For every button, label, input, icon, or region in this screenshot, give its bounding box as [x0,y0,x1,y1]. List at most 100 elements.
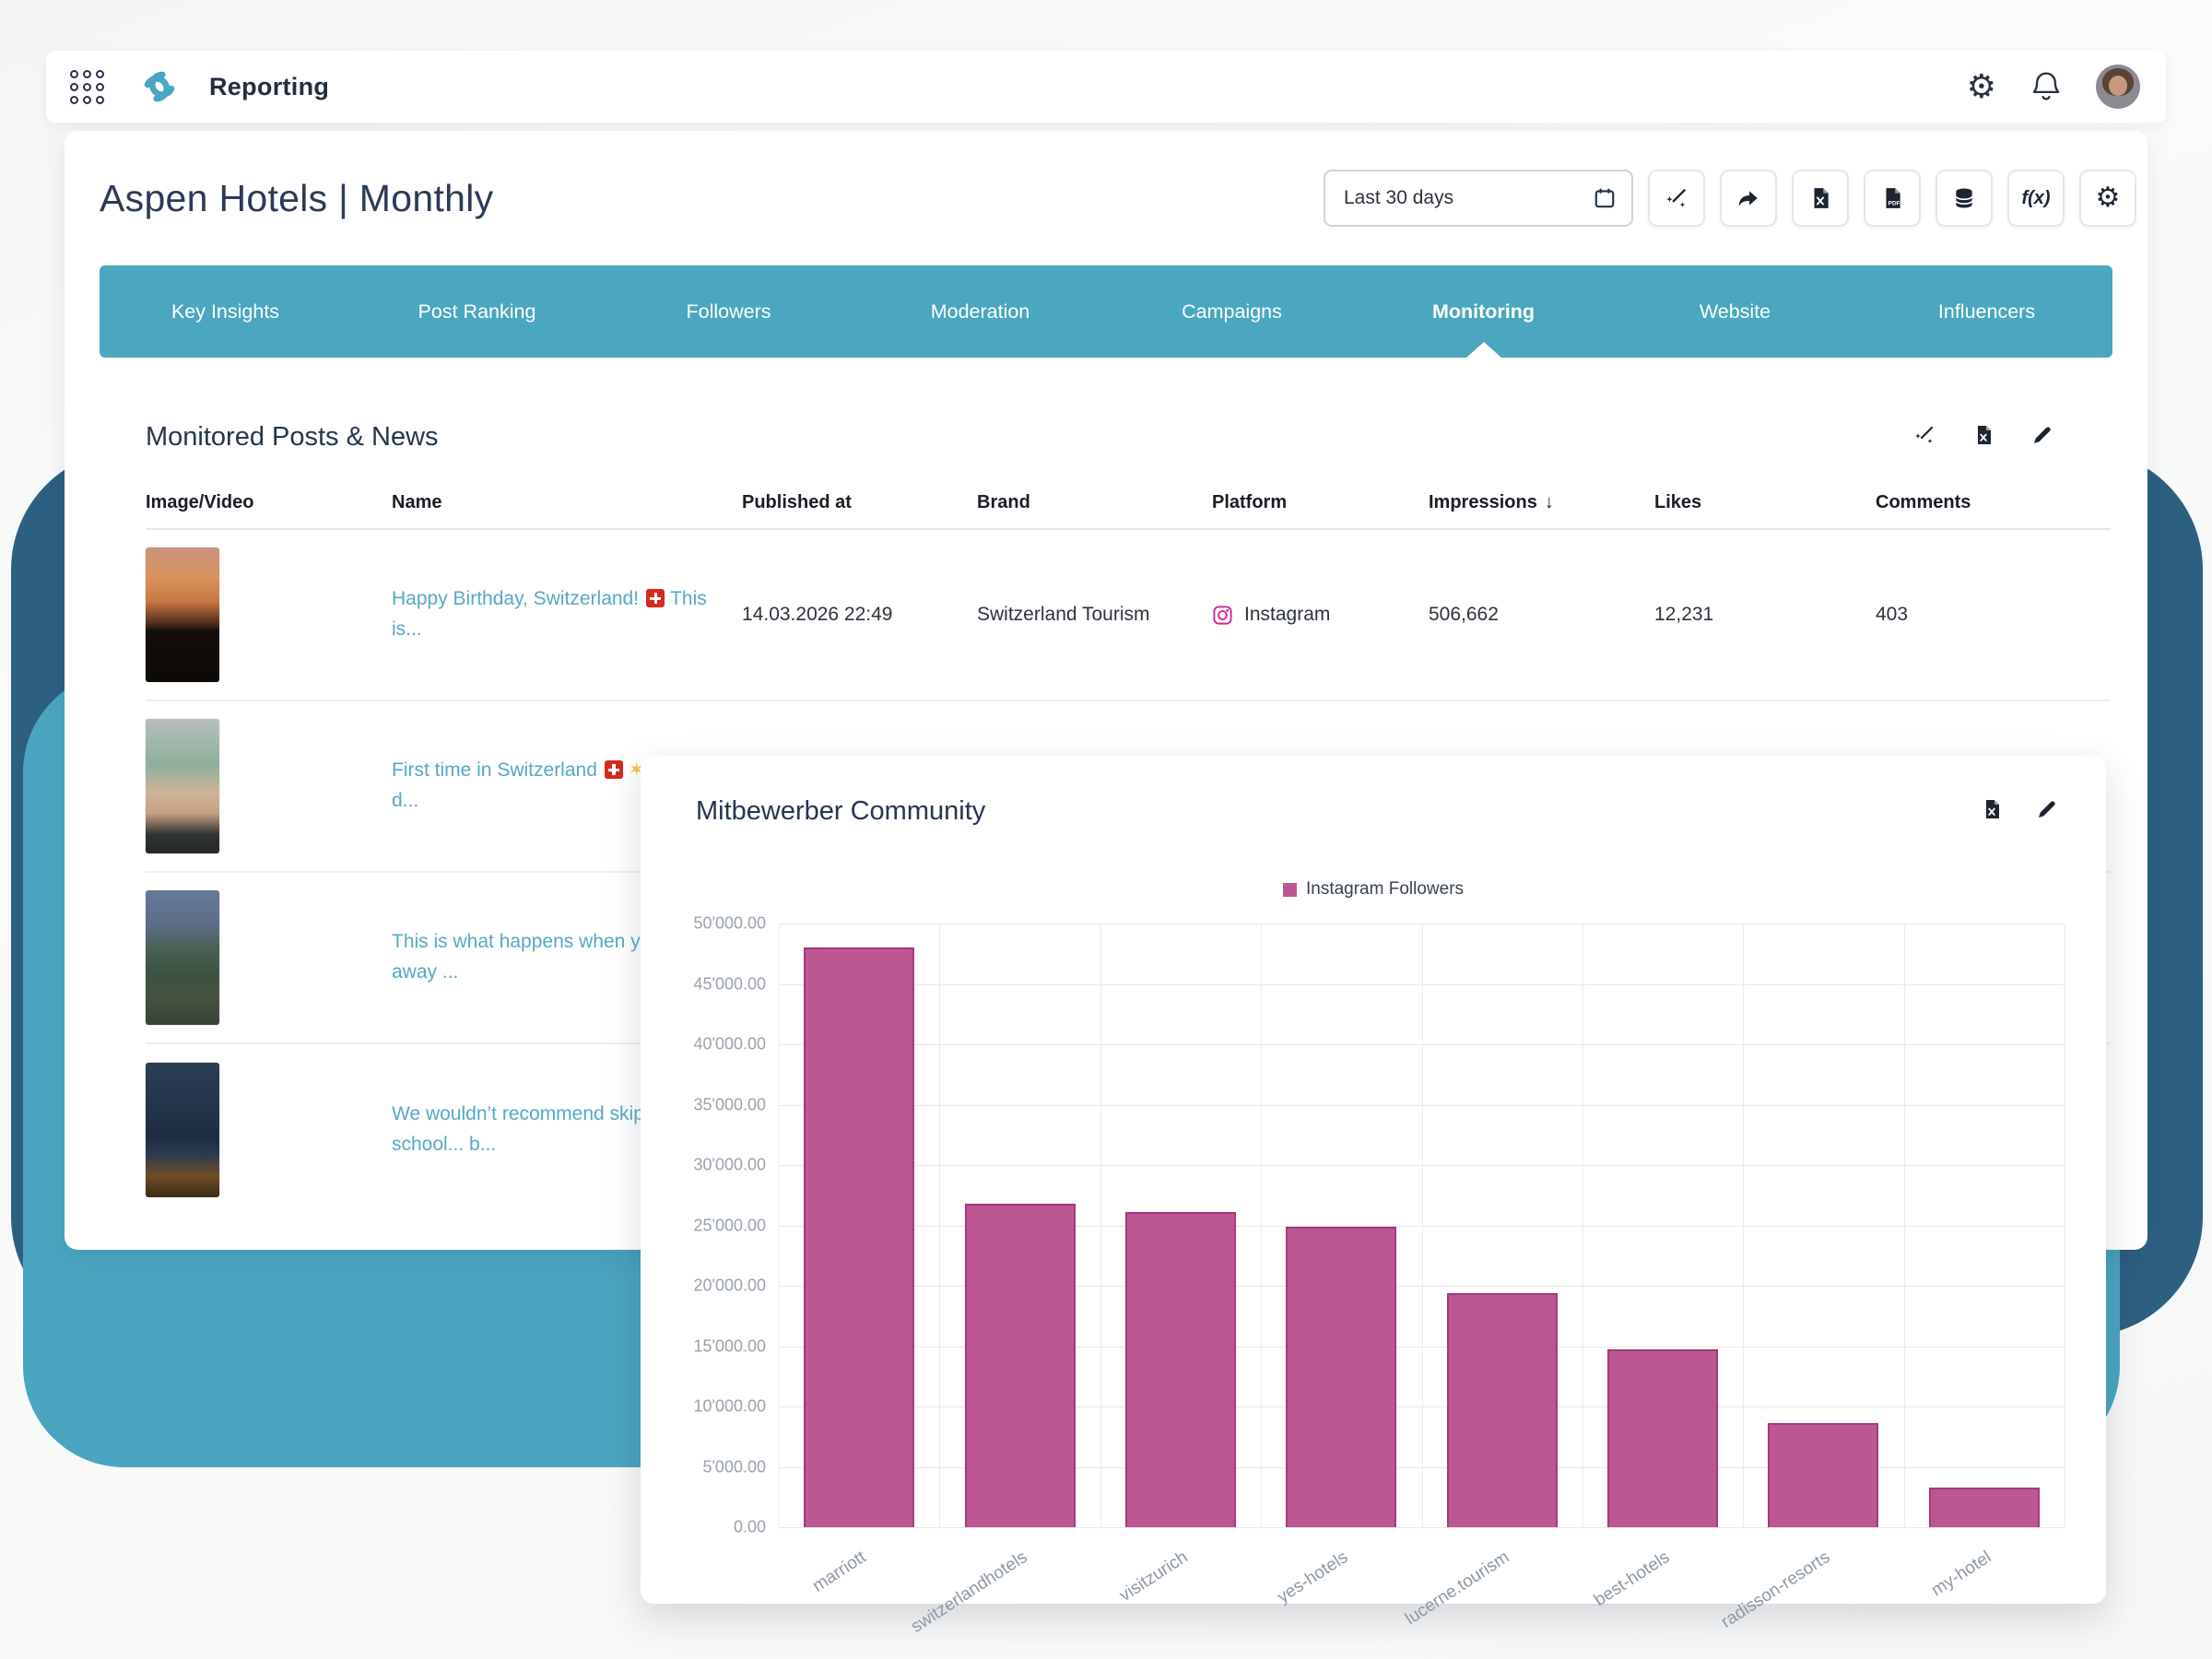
chart-title: Mitbewerber Community [696,796,985,827]
magic-wand-icon[interactable] [1913,424,1936,451]
x-tick-label: marriott [809,1547,870,1597]
y-tick-label: 25'000.00 [693,1216,766,1235]
y-tick-label: 45'000.00 [693,974,766,994]
tab-website[interactable]: Website [1609,265,1861,358]
magic-wand-button[interactable] [1648,170,1705,227]
calendar-icon [1593,186,1617,210]
excel-export-icon[interactable] [1972,424,1994,451]
col-impressions-sort[interactable]: Impressions ↓ [1429,492,1654,513]
gridline [1743,924,1744,1527]
active-tab-notch [1466,342,1501,358]
bar-my-hotel [1929,1488,2040,1527]
platform: Instagram [1212,604,1429,626]
settings-gear-icon[interactable]: ⚙ [1967,70,1996,103]
gridline [1422,924,1423,1527]
date-range-select[interactable]: Last 30 days [1324,170,1633,227]
bar-radisson-resorts [1768,1423,1878,1527]
section-title: Monitored Posts & News [146,422,439,453]
brand: Switzerland Tourism [977,604,1212,626]
y-tick-label: 30'000.00 [693,1156,766,1175]
date-range-value: Last 30 days [1344,187,1453,209]
bar-visitzurich [1125,1212,1236,1527]
col-likes: Likes [1654,492,1876,513]
page-title: Aspen Hotels | Monthly [100,177,493,220]
user-avatar[interactable] [2096,65,2140,109]
post-thumbnail [146,719,219,853]
chart-plot [779,924,2065,1527]
x-tick-label: yes-hotels [1275,1547,1353,1608]
instagram-icon [1212,605,1233,626]
tab-followers[interactable]: Followers [603,265,854,358]
legend-swatch [1283,883,1297,897]
bar-switzerlandhotels [965,1204,1076,1527]
x-tick-label: radisson-resorts [1718,1547,1834,1633]
x-tick-label: switzerlandhotels [907,1547,1030,1638]
pdf-export-button[interactable]: PDF [1864,170,1921,227]
gridline [1261,924,1262,1527]
comments: 403 [1876,604,2111,626]
tab-post-ranking[interactable]: Post Ranking [351,265,603,358]
swiss-flag-icon [646,589,665,607]
post-thumbnail [146,890,219,1025]
gridline [779,924,780,1527]
svg-text:PDF: PDF [1888,201,1900,207]
y-tick-label: 40'000.00 [693,1035,766,1054]
post-thumbnail [146,1063,219,1197]
gridline [1904,924,1905,1527]
competitor-community-card: Mitbewerber Community Instagram Follower… [641,756,2106,1604]
gridline [1100,924,1101,1527]
likes: 12,231 [1654,604,1876,626]
x-tick-label: my-hotel [1928,1547,1995,1601]
bar-marriott [804,947,914,1527]
edit-pencil-icon[interactable] [2036,798,2058,825]
impressions: 506,662 [1429,604,1654,626]
y-tick-label: 35'000.00 [693,1095,766,1114]
top-bar: Reporting ⚙ [46,51,2166,123]
y-tick-label: 0.00 [734,1518,766,1537]
tab-campaigns[interactable]: Campaigns [1106,265,1358,358]
swiss-flag-icon [605,760,623,779]
post-thumbnail [146,547,219,682]
edit-pencil-icon[interactable] [2031,424,2053,451]
report-tabbar: Key Insights Post Ranking Followers Mode… [100,265,2112,358]
tab-moderation[interactable]: Moderation [854,265,1106,358]
post-name-link[interactable]: Happy Birthday, Switzerland!This is... [392,584,724,644]
col-name: Name [392,492,742,513]
gridline [939,924,940,1527]
chart-x-axis: marriottswitzerlandhotelsvisitzurichyes-… [779,1535,2065,1599]
brand-logo-icon [135,63,183,111]
app-title: Reporting [209,73,329,101]
excel-export-icon[interactable] [1981,798,2003,825]
sort-desc-icon: ↓ [1545,492,1554,513]
y-tick-label: 20'000.00 [693,1277,766,1296]
y-tick-label: 5'000.00 [702,1457,766,1477]
bar-lucerne.tourism [1447,1293,1558,1527]
share-button[interactable] [1720,170,1777,227]
legend-label: Instagram Followers [1306,879,1464,900]
col-platform: Platform [1212,492,1429,513]
col-published-at: Published at [742,492,977,513]
excel-export-button[interactable] [1792,170,1849,227]
chart-legend: Instagram Followers [641,879,2106,900]
x-tick-label: lucerne.tourism [1402,1547,1513,1630]
y-tick-label: 50'000.00 [693,914,766,934]
y-tick-label: 10'000.00 [693,1397,766,1417]
database-button[interactable] [1936,170,1993,227]
col-comments: Comments [1876,492,2111,513]
formula-button[interactable]: f(x) [2007,170,2065,227]
tab-monitoring[interactable]: Monitoring [1358,265,1609,358]
x-tick-label: visitzurich [1116,1547,1192,1606]
bar-yes-hotels [1286,1227,1396,1527]
published-at: 14.03.2026 22:49 [742,604,977,626]
table-row: Happy Birthday, Switzerland!This is... 1… [146,530,2111,701]
tab-influencers[interactable]: Influencers [1861,265,2112,358]
report-settings-button[interactable]: ⚙ [2079,170,2136,227]
x-tick-label: best-hotels [1591,1547,1674,1611]
col-image-video: Image/Video [146,492,392,513]
bar-best-hotels [1607,1349,1718,1527]
col-brand: Brand [977,492,1212,513]
notifications-bell-icon[interactable] [2031,71,2061,102]
app-launcher-icon[interactable] [70,70,104,104]
tab-key-insights[interactable]: Key Insights [100,265,351,358]
gridline [779,1527,2065,1528]
